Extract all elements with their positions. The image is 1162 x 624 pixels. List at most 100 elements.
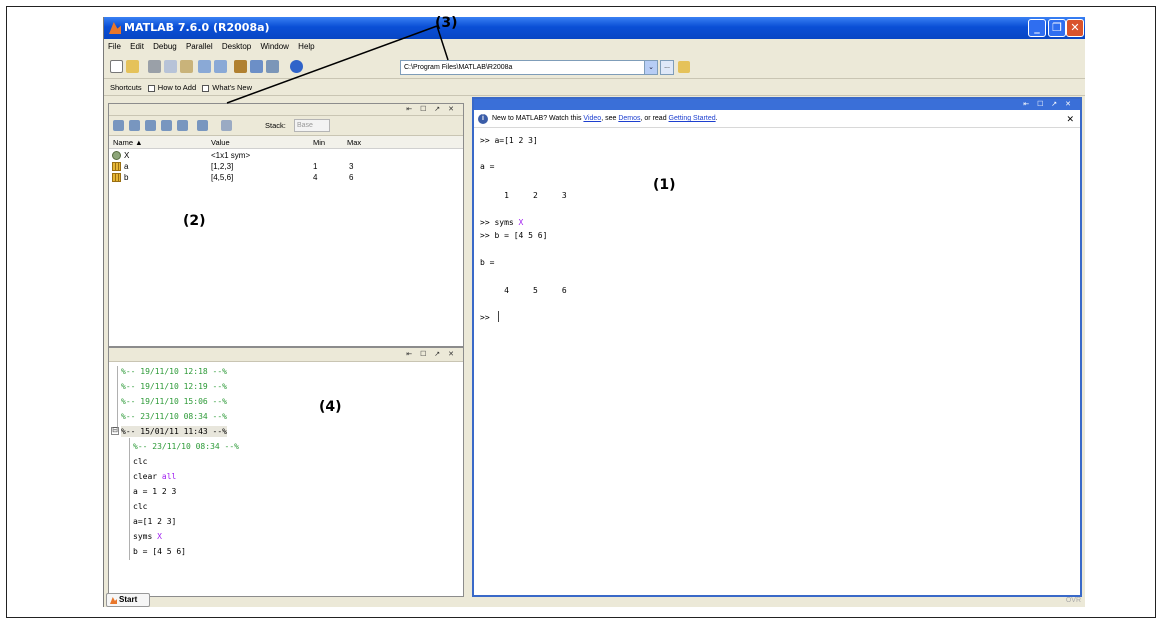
info-text-mid1: , see <box>601 115 619 122</box>
undo-icon[interactable] <box>198 60 211 73</box>
command-line: >> syms X <box>480 217 523 228</box>
history-tree-line <box>129 438 130 560</box>
workspace-row[interactable]: X <1x1 sym> <box>109 150 463 161</box>
menu-debug[interactable]: Debug <box>153 42 177 51</box>
menu-help[interactable]: Help <box>298 42 314 51</box>
history-title-controls[interactable]: ⇤ ☐ ↗ ✕ <box>109 348 463 362</box>
cut-icon[interactable] <box>148 60 161 73</box>
workspace-panel: ⇤ ☐ ↗ ✕ Stack: Base Name ▲ Value Min Max <box>108 103 464 347</box>
command-text: >> syms <box>480 218 519 227</box>
menu-parallel[interactable]: Parallel <box>186 42 213 51</box>
history-entry[interactable]: %-- 23/11/10 08:34 --% <box>133 441 239 452</box>
column-header-value[interactable]: Value <box>211 136 230 149</box>
close-button[interactable]: ✕ <box>1066 19 1084 37</box>
matlab-logo-icon <box>109 22 121 34</box>
info-close-icon[interactable]: ✕ <box>1066 110 1074 128</box>
output-line: a = <box>480 162 495 171</box>
new-variable-icon[interactable] <box>113 120 124 131</box>
shortcuts-label[interactable]: Shortcuts <box>110 83 142 92</box>
open-selection-icon[interactable] <box>129 120 140 131</box>
workspace-header: Name ▲ Value Min Max <box>109 136 463 149</box>
parent-folder-icon[interactable] <box>678 61 690 73</box>
history-session-expanded[interactable]: %-- 15/01/11 11:43 --% <box>121 426 227 437</box>
matlab-desktop: MATLAB 7.6.0 (R2008a) _ ❐ ✕ File Edit De… <box>103 17 1085 607</box>
variable-name: X <box>124 151 130 160</box>
annotation-label-3: (3) <box>435 15 458 31</box>
paste-icon[interactable] <box>180 60 193 73</box>
info-icon: i <box>478 114 488 124</box>
info-text-suffix: . <box>715 115 718 122</box>
history-entry[interactable]: clc <box>133 456 147 467</box>
history-session[interactable]: %-- 23/11/10 08:34 --% <box>121 411 227 422</box>
column-header-name[interactable]: Name ▲ <box>113 136 143 149</box>
info-text-mid2: , or read <box>640 115 669 122</box>
open-folder-icon[interactable] <box>126 60 139 73</box>
main-toolbar: C:\Program Files\MATLAB\R2008a ⌄ ... <box>104 55 1085 79</box>
column-header-min[interactable]: Min <box>313 136 325 149</box>
how-to-add-shortcut[interactable]: How to Add <box>158 83 196 92</box>
menu-edit[interactable]: Edit <box>130 42 144 51</box>
help-icon[interactable] <box>290 60 303 73</box>
title-bar: MATLAB 7.6.0 (R2008a) _ ❐ ✕ <box>104 17 1085 39</box>
new-file-icon[interactable] <box>110 60 123 73</box>
history-entry[interactable]: a=[1 2 3] <box>133 516 176 527</box>
plot-selection-icon[interactable] <box>221 120 232 131</box>
copy-icon[interactable] <box>164 60 177 73</box>
command-window-title-controls[interactable]: ⇤ ☐ ↗ ✕ <box>474 99 1080 110</box>
stack-label: Stack: <box>265 121 286 130</box>
minimize-button[interactable]: _ <box>1028 19 1046 37</box>
output-line: 1 2 3 <box>480 191 567 200</box>
getting-started-link[interactable]: Getting Started <box>669 115 716 122</box>
variable-value: [4,5,6] <box>211 173 234 182</box>
variable-value: <1x1 sym> <box>211 151 251 160</box>
matrix-icon <box>112 173 121 182</box>
output-line: 4 5 6 <box>480 286 567 295</box>
annotation-label-2: (2) <box>183 213 206 229</box>
output-line: b = <box>480 258 495 267</box>
profiler-icon[interactable] <box>266 60 279 73</box>
workspace-row[interactable]: a [1,2,3] 1 3 <box>109 161 463 172</box>
workspace-row[interactable]: b [4,5,6] 4 6 <box>109 172 463 183</box>
history-entry[interactable]: a = 1 2 3 <box>133 486 176 497</box>
command-window[interactable]: ⇤ ☐ ↗ ✕ i New to MATLAB? Watch this Vide… <box>472 97 1082 597</box>
matlab-start-icon <box>110 597 117 604</box>
history-entry[interactable]: b = [4 5 6] <box>133 546 186 557</box>
demos-link[interactable]: Demos <box>618 115 640 122</box>
start-button[interactable]: Start <box>106 593 150 607</box>
maximize-button[interactable]: ❐ <box>1048 19 1066 37</box>
history-session[interactable]: %-- 19/11/10 12:19 --% <box>121 381 227 392</box>
menu-window[interactable]: Window <box>260 42 288 51</box>
command-keyword: X <box>518 218 524 227</box>
guide-icon[interactable] <box>250 60 263 73</box>
history-entry-keyword: X <box>157 532 162 541</box>
history-session[interactable]: %-- 19/11/10 12:18 --% <box>121 366 227 377</box>
command-history-panel: ⇤ ☐ ↗ ✕ %-- 19/11/10 12:18 --% %-- 19/11… <box>108 347 464 597</box>
delete-variable-icon[interactable] <box>197 120 208 131</box>
whats-new-shortcut[interactable]: What's New <box>212 83 252 92</box>
workspace-title-controls[interactable]: ⇤ ☐ ↗ ✕ <box>109 104 463 116</box>
command-prompt[interactable]: >> <box>480 312 494 323</box>
history-session[interactable]: %-- 19/11/10 15:06 --% <box>121 396 227 407</box>
simulink-icon[interactable] <box>234 60 247 73</box>
directory-dropdown-icon[interactable]: ⌄ <box>644 60 658 75</box>
print-icon[interactable] <box>177 120 188 131</box>
menu-file[interactable]: File <box>108 42 121 51</box>
history-entry[interactable]: syms X <box>133 531 162 542</box>
sym-object-icon <box>112 151 121 160</box>
collapse-expander-icon[interactable]: ⊟ <box>111 427 119 435</box>
menu-desktop[interactable]: Desktop <box>222 42 251 51</box>
current-directory-field[interactable]: C:\Program Files\MATLAB\R2008a <box>400 60 646 75</box>
save-workspace-icon[interactable] <box>161 120 172 131</box>
history-entry[interactable]: clear all <box>133 471 176 482</box>
video-link[interactable]: Video <box>583 115 601 122</box>
matrix-icon <box>112 162 121 171</box>
history-entry[interactable]: clc <box>133 501 147 512</box>
window-title: MATLAB 7.6.0 (R2008a) <box>124 21 270 34</box>
browse-folder-button[interactable]: ... <box>660 60 674 75</box>
variable-value: [1,2,3] <box>211 162 234 171</box>
redo-icon[interactable] <box>214 60 227 73</box>
column-header-max[interactable]: Max <box>347 136 361 149</box>
import-data-icon[interactable] <box>145 120 156 131</box>
stack-select[interactable]: Base <box>294 119 330 132</box>
variable-name: a <box>124 162 129 171</box>
